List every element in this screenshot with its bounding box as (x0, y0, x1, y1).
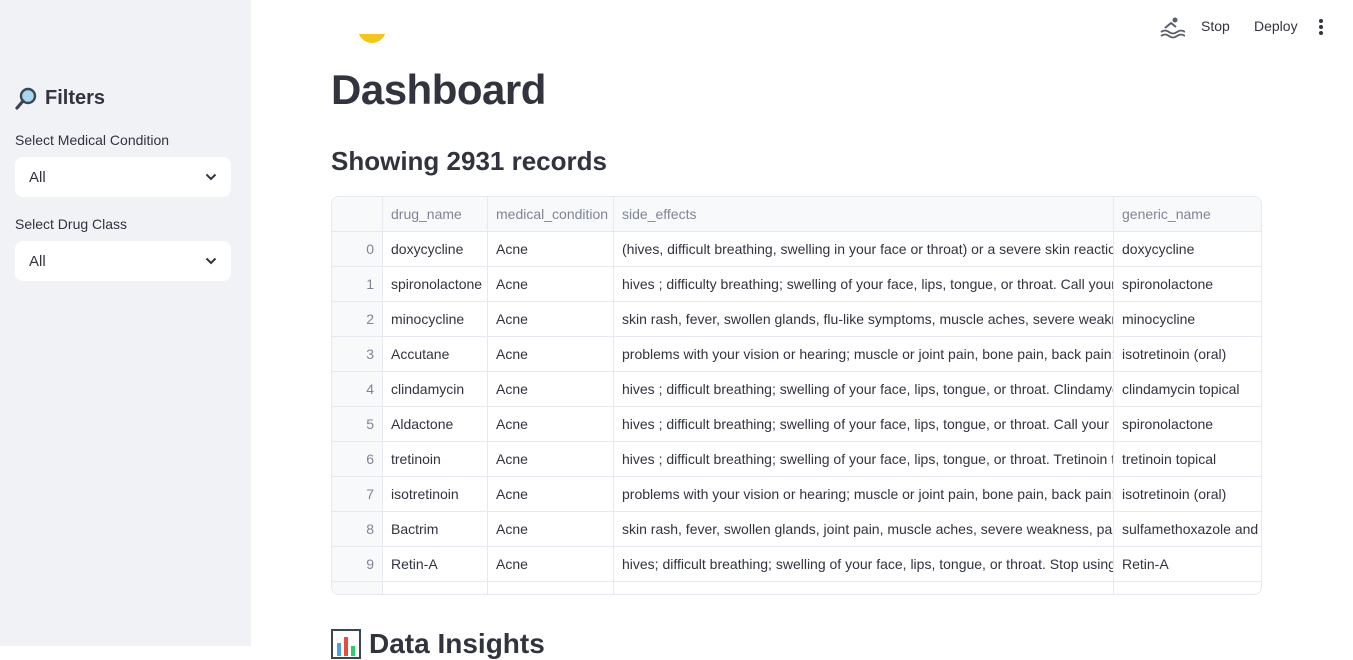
page-title: Dashboard (331, 66, 546, 113)
table-row[interactable]: 2 minocycline Acne skin rash, fever, swolle… (332, 302, 1261, 337)
generic-name-cell[interactable]: tretinoin topical (1114, 442, 1259, 476)
side-effects-cell[interactable]: skin rash, fever, swollen glands, joint … (614, 512, 1114, 546)
empty-cell (614, 582, 1114, 594)
sidebar: Filters Select Medical Condition All Sel… (0, 0, 251, 646)
empty-cell (332, 582, 383, 594)
drug-name-cell[interactable]: tretinoin (383, 442, 488, 476)
table-row[interactable]: 7 isotretinoin Acne problems with your visi… (332, 477, 1261, 512)
medical-condition-cell[interactable]: Acne (488, 477, 614, 511)
deploy-button[interactable]: Deploy (1254, 18, 1298, 34)
emoji-icon (358, 34, 386, 43)
medical-condition-cell[interactable]: Acne (488, 267, 614, 301)
side-effects-cell[interactable]: hives ; difficulty breathing; swelling o… (614, 267, 1114, 301)
magnifier-icon (15, 87, 37, 110)
condition-select-value: All (29, 168, 46, 186)
row-index[interactable]: 3 (332, 337, 383, 371)
insights-heading-label: Data Insights (369, 628, 545, 659)
drug-name-cell[interactable]: doxycycline (383, 232, 488, 266)
row-index[interactable]: 8 (332, 512, 383, 546)
sidebar-header: Filters (15, 86, 105, 110)
column-header-side-effects[interactable]: side_effects (614, 197, 1114, 231)
drug-name-cell[interactable]: Accutane (383, 337, 488, 371)
side-effects-cell[interactable]: skin rash, fever, swollen glands, flu-li… (614, 302, 1114, 336)
generic-name-cell[interactable]: doxycycline (1114, 232, 1259, 266)
more-options-icon[interactable] (1317, 18, 1325, 36)
medical-condition-cell[interactable]: Acne (488, 407, 614, 441)
chevron-down-icon (205, 257, 217, 265)
row-index[interactable]: 2 (332, 302, 383, 336)
table-header-row: drug_name medical_condition side_effects… (332, 197, 1261, 232)
title-emoji-fragment (331, 34, 571, 62)
drug-name-cell[interactable]: spironolactone (383, 267, 488, 301)
row-index[interactable]: 7 (332, 477, 383, 511)
row-index[interactable]: 6 (332, 442, 383, 476)
side-effects-cell[interactable]: hives ; difficult breathing; swelling of… (614, 372, 1114, 406)
column-header-drug-name[interactable]: drug_name (383, 197, 488, 231)
side-effects-cell[interactable]: hives; difficult breathing; swelling of … (614, 547, 1114, 581)
table-row[interactable]: 0 doxycycline Acne (hives, difficult breath… (332, 232, 1261, 267)
medical-condition-cell[interactable]: Acne (488, 232, 614, 266)
bar-chart-icon (331, 629, 361, 659)
generic-name-cell[interactable]: spironolactone (1114, 407, 1259, 441)
drug-name-cell[interactable]: Retin-A (383, 547, 488, 581)
medical-condition-cell[interactable]: Acne (488, 512, 614, 546)
table-row-partial (332, 582, 1261, 594)
generic-name-cell[interactable]: minocycline (1114, 302, 1259, 336)
drug-name-cell[interactable]: isotretinoin (383, 477, 488, 511)
medical-condition-cell[interactable]: Acne (488, 372, 614, 406)
empty-cell (488, 582, 614, 594)
side-effects-cell[interactable]: problems with your vision or hearing; mu… (614, 477, 1114, 511)
drug-name-cell[interactable]: clindamycin (383, 372, 488, 406)
side-effects-cell[interactable]: problems with your vision or hearing; mu… (614, 337, 1114, 371)
row-index[interactable]: 0 (332, 232, 383, 266)
table-row[interactable]: 1 spironolactone Acne hives ; difficulty br… (332, 267, 1261, 302)
generic-name-cell[interactable]: isotretinoin (oral) (1114, 337, 1259, 371)
column-header-generic-name[interactable]: generic_name (1114, 197, 1259, 231)
side-effects-cell[interactable]: hives ; difficult breathing; swelling of… (614, 442, 1114, 476)
condition-label: Select Medical Condition (15, 132, 170, 148)
generic-name-cell[interactable]: Retin-A (1114, 547, 1259, 581)
medical-condition-cell[interactable]: Acne (488, 337, 614, 371)
empty-cell (383, 582, 488, 594)
drug-name-cell[interactable]: Aldactone (383, 407, 488, 441)
empty-cell (1114, 582, 1259, 594)
generic-name-cell[interactable]: clindamycin topical (1114, 372, 1259, 406)
generic-name-cell[interactable]: sulfamethoxazole and t (1114, 512, 1259, 546)
generic-name-cell[interactable]: isotretinoin (oral) (1114, 477, 1259, 511)
row-index[interactable]: 5 (332, 407, 383, 441)
sidebar-header-label: Filters (45, 86, 106, 109)
table-row[interactable]: 4 clindamycin Acne hives ; difficult breath… (332, 372, 1261, 407)
row-index[interactable]: 1 (332, 267, 383, 301)
insights-heading: Data Insights (331, 628, 545, 660)
table-row[interactable]: 8 Bactrim Acne skin rash, fever, swollen gl… (332, 512, 1261, 547)
side-effects-cell[interactable]: (hives, difficult breathing, swelling in… (614, 232, 1114, 266)
row-index[interactable]: 4 (332, 372, 383, 406)
table-row[interactable]: 9 Retin-A Acne hives; difficult breathing; … (332, 547, 1261, 582)
side-effects-cell[interactable]: hives ; difficult breathing; swelling of… (614, 407, 1114, 441)
chevron-down-icon (205, 173, 217, 181)
records-heading: Showing 2931 records (331, 146, 607, 176)
stop-button[interactable]: Stop (1201, 18, 1230, 34)
running-status-icon (1160, 17, 1185, 39)
medical-condition-cell[interactable]: Acne (488, 302, 614, 336)
table-row[interactable]: 5 Aldactone Acne hives ; difficult breathin… (332, 407, 1261, 442)
column-header-medical-condition[interactable]: medical_condition (488, 197, 614, 231)
drug-class-label: Select Drug Class (15, 216, 128, 232)
drug-name-cell[interactable]: minocycline (383, 302, 488, 336)
drug-name-cell[interactable]: Bactrim (383, 512, 488, 546)
medical-condition-cell[interactable]: Acne (488, 442, 614, 476)
table-row[interactable]: 6 tretinoin Acne hives ; difficult breathin… (332, 442, 1261, 477)
column-header-index (332, 197, 383, 231)
drug-class-select[interactable]: All (15, 241, 231, 281)
drug-class-select-value: All (29, 252, 46, 270)
medical-condition-cell[interactable]: Acne (488, 547, 614, 581)
table-row[interactable]: 3 Accutane Acne problems with your vision o… (332, 337, 1261, 372)
generic-name-cell[interactable]: spironolactone (1114, 267, 1259, 301)
row-index[interactable]: 9 (332, 547, 383, 581)
condition-select[interactable]: All (15, 157, 231, 197)
data-table[interactable]: drug_name medical_condition side_effects… (331, 196, 1262, 595)
